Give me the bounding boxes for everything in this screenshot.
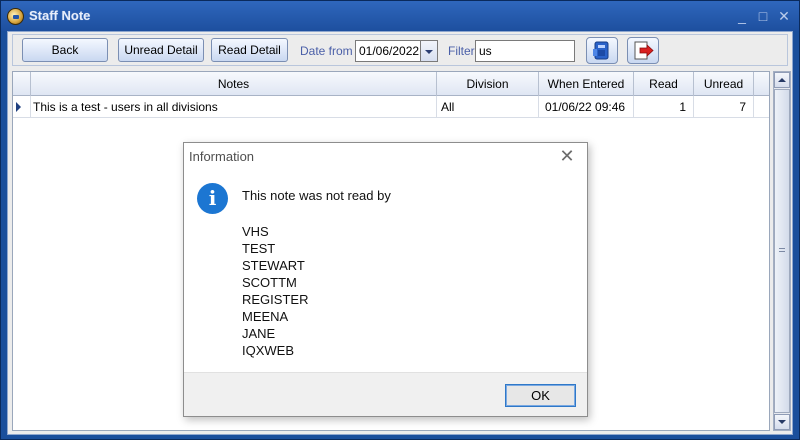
column-header-notes[interactable]: Notes (31, 72, 437, 96)
list-item: MEENA (242, 309, 289, 324)
read-detail-button[interactable]: Read Detail (211, 38, 288, 62)
back-button[interactable]: Back (22, 38, 108, 62)
exit-icon (634, 41, 654, 60)
unread-detail-button[interactable]: Unread Detail (118, 38, 204, 62)
vertical-scrollbar[interactable] (773, 71, 791, 431)
information-dialog: Information ✕ i This note was not read b… (183, 142, 588, 417)
table-row[interactable]: This is a test - users in all divisions … (13, 96, 769, 118)
cell-unread[interactable]: 7 (694, 96, 754, 118)
list-item: IQXWEB (242, 343, 295, 358)
scroll-down-icon[interactable] (774, 414, 790, 430)
cell-read[interactable]: 1 (634, 96, 694, 118)
list-item: REGISTER (242, 292, 309, 307)
date-dropdown-icon[interactable] (421, 40, 438, 62)
minimize-icon[interactable]: _ (733, 7, 751, 25)
exit-button[interactable] (627, 37, 659, 64)
list-item: TEST (242, 241, 276, 256)
column-header-division[interactable]: Division (437, 72, 539, 96)
export-icon (593, 41, 609, 60)
current-row-arrow-icon (16, 102, 21, 112)
cell-division[interactable]: All (437, 96, 539, 118)
dialog-close-icon[interactable]: ✕ (555, 145, 579, 167)
date-from-label: Date from (300, 44, 353, 58)
list-item: JANE (242, 326, 276, 341)
column-header-read[interactable]: Read (634, 72, 694, 96)
grid-header: Notes Division When Entered Read Unread (13, 72, 769, 96)
window-title: Staff Note (29, 8, 91, 23)
list-item: STEWART (242, 258, 305, 273)
scroll-up-icon[interactable] (774, 72, 790, 88)
dialog-footer: OK (184, 372, 587, 416)
list-item: SCOTTM (242, 275, 297, 290)
dialog-title: Information (189, 149, 255, 164)
cell-when-entered[interactable]: 01/06/22 09:46 (539, 96, 634, 118)
ok-button[interactable]: OK (505, 384, 576, 407)
cell-notes[interactable]: This is a test - users in all divisions (31, 96, 437, 118)
filter-input[interactable]: us (475, 40, 575, 62)
date-from-input[interactable]: 01/06/2022 (355, 40, 421, 62)
maximize-icon[interactable]: □ (754, 7, 772, 25)
row-indicator-header (13, 72, 31, 96)
column-header-unread[interactable]: Unread (694, 72, 754, 96)
scroll-grip-icon (779, 248, 785, 252)
column-header-when-entered[interactable]: When Entered (539, 72, 634, 96)
unread-users-list: VHS TEST STEWART SCOTTM REGISTER MEENA J… (242, 223, 442, 359)
title-bar[interactable]: Staff Note _ □ ✕ (1, 1, 799, 31)
row-indicator (13, 96, 31, 118)
info-icon: i (197, 183, 228, 214)
app-logo-icon (7, 8, 24, 25)
list-item: VHS (242, 224, 269, 239)
toolbar: Back Unread Detail Read Detail Date from… (12, 34, 788, 66)
dialog-message: This note was not read by (242, 188, 391, 203)
close-icon[interactable]: ✕ (775, 7, 793, 25)
filter-label: Filter (448, 44, 475, 58)
export-button[interactable] (586, 37, 618, 64)
scroll-thumb[interactable] (774, 89, 790, 413)
